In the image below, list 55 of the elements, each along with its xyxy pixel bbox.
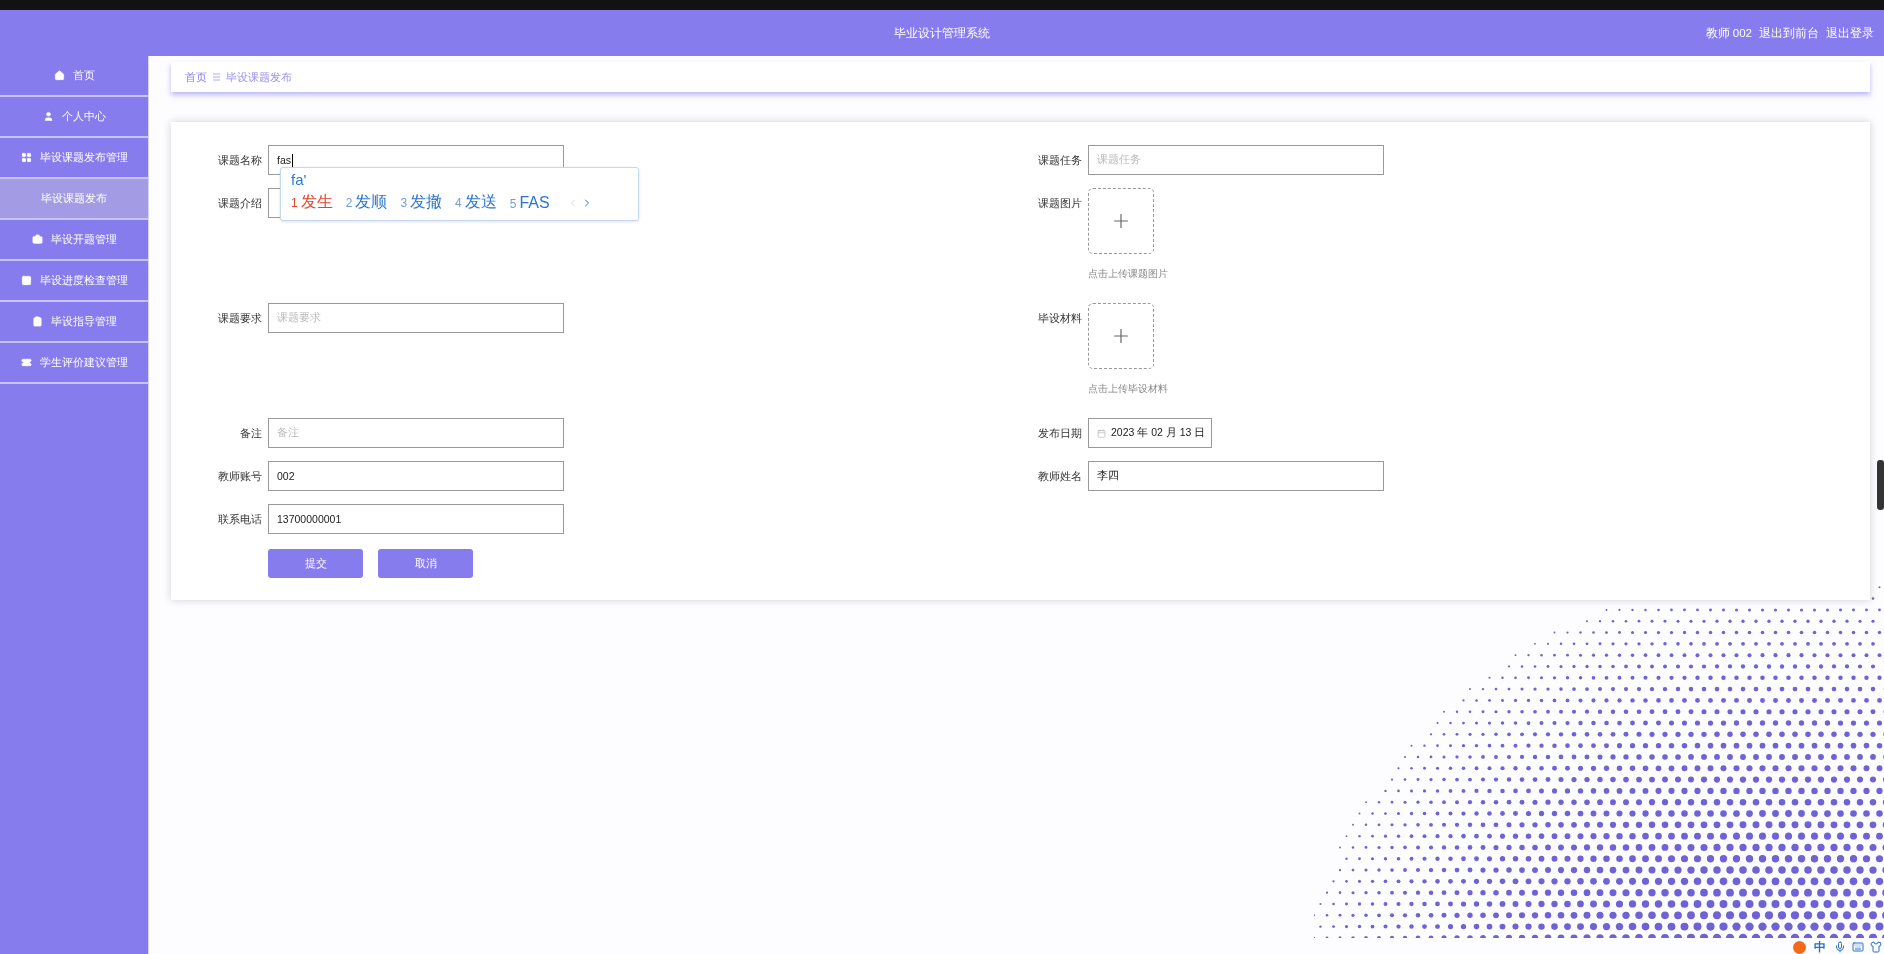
sidebar-subitem[interactable]: 毕设课题发布 xyxy=(0,179,148,220)
ime-mode[interactable]: 中 xyxy=(1812,940,1828,954)
briefcase-icon xyxy=(31,234,43,245)
input-field[interactable]: 课题任务 xyxy=(1088,145,1384,175)
field-label: 课题名称 xyxy=(217,153,262,168)
sidebar-item[interactable]: 学生评价建议管理 xyxy=(0,343,148,384)
field-label: 课题图片 xyxy=(1037,196,1082,211)
microphone-icon[interactable] xyxy=(1834,941,1846,953)
header-link[interactable]: 退出登录 xyxy=(1826,25,1874,41)
input-field[interactable]: 备注 xyxy=(268,418,564,448)
calendar-icon xyxy=(1097,428,1106,438)
breadcrumb-link[interactable]: 首页 xyxy=(185,69,207,85)
field-label: 课题任务 xyxy=(1037,153,1082,168)
upload-button[interactable] xyxy=(1088,303,1154,369)
field-label: 备注 xyxy=(239,426,262,441)
user-icon xyxy=(42,111,54,122)
breadcrumb-current: 毕设课题发布 xyxy=(226,69,292,85)
form-button[interactable]: 取消 xyxy=(378,549,473,578)
field-label: 课题要求 xyxy=(217,311,262,326)
field-label: 教师姓名 xyxy=(1037,469,1082,484)
input-field[interactable]: 13700000001 xyxy=(268,504,564,534)
ime-candidate[interactable]: 5 FAS xyxy=(509,193,550,212)
keyboard-icon[interactable] xyxy=(1852,941,1864,953)
date-field[interactable]: 2023 年 02 月 13 日 xyxy=(1088,418,1212,448)
home-icon xyxy=(53,70,65,81)
sidebar-item[interactable]: 个人中心 xyxy=(0,97,148,138)
upload-hint: 点击上传毕设材料 xyxy=(1088,382,1168,396)
user-name: 教师 002 xyxy=(1705,25,1752,41)
field-label: 发布日期 xyxy=(1037,426,1082,441)
ime-candidate[interactable]: 4 发送 xyxy=(455,192,497,213)
ime-logo-icon xyxy=(1793,940,1806,954)
ime-candidate[interactable]: 2 发顺 xyxy=(345,192,388,213)
app-title: 毕业设计管理系统 xyxy=(894,24,990,42)
form-button[interactable]: 提交 xyxy=(268,549,363,578)
scrollbar-thumb[interactable] xyxy=(1877,460,1884,510)
field-label: 联系电话 xyxy=(217,512,262,527)
sidebar-item[interactable]: 毕设指导管理 xyxy=(0,302,148,343)
field-label: 课题介绍 xyxy=(217,196,262,211)
ticket-icon xyxy=(20,357,32,368)
field-label: 教师账号 xyxy=(217,469,262,484)
separator-icon xyxy=(213,73,220,81)
shirt-icon[interactable] xyxy=(1870,941,1882,953)
ime-candidate[interactable]: 3 发撤 xyxy=(400,192,443,213)
clipboard-icon xyxy=(31,316,43,327)
upload-hint: 点击上传课题图片 xyxy=(1088,267,1168,281)
input-field[interactable]: 002 xyxy=(268,461,564,491)
input-field[interactable]: 李四 xyxy=(1088,461,1384,491)
sidebar-item[interactable]: 首页 xyxy=(0,56,148,97)
upload-button[interactable] xyxy=(1088,188,1154,254)
ime-candidate[interactable]: 1 发生 xyxy=(291,192,333,213)
sidebar-item[interactable]: 毕设开题管理 xyxy=(0,220,148,261)
field-label: 毕设材料 xyxy=(1037,311,1082,326)
input-field[interactable]: 课题要求 xyxy=(268,303,564,333)
header-link[interactable]: 退出到前台 xyxy=(1759,25,1819,41)
sidebar-item[interactable]: 毕设进度检查管理 xyxy=(0,261,148,302)
